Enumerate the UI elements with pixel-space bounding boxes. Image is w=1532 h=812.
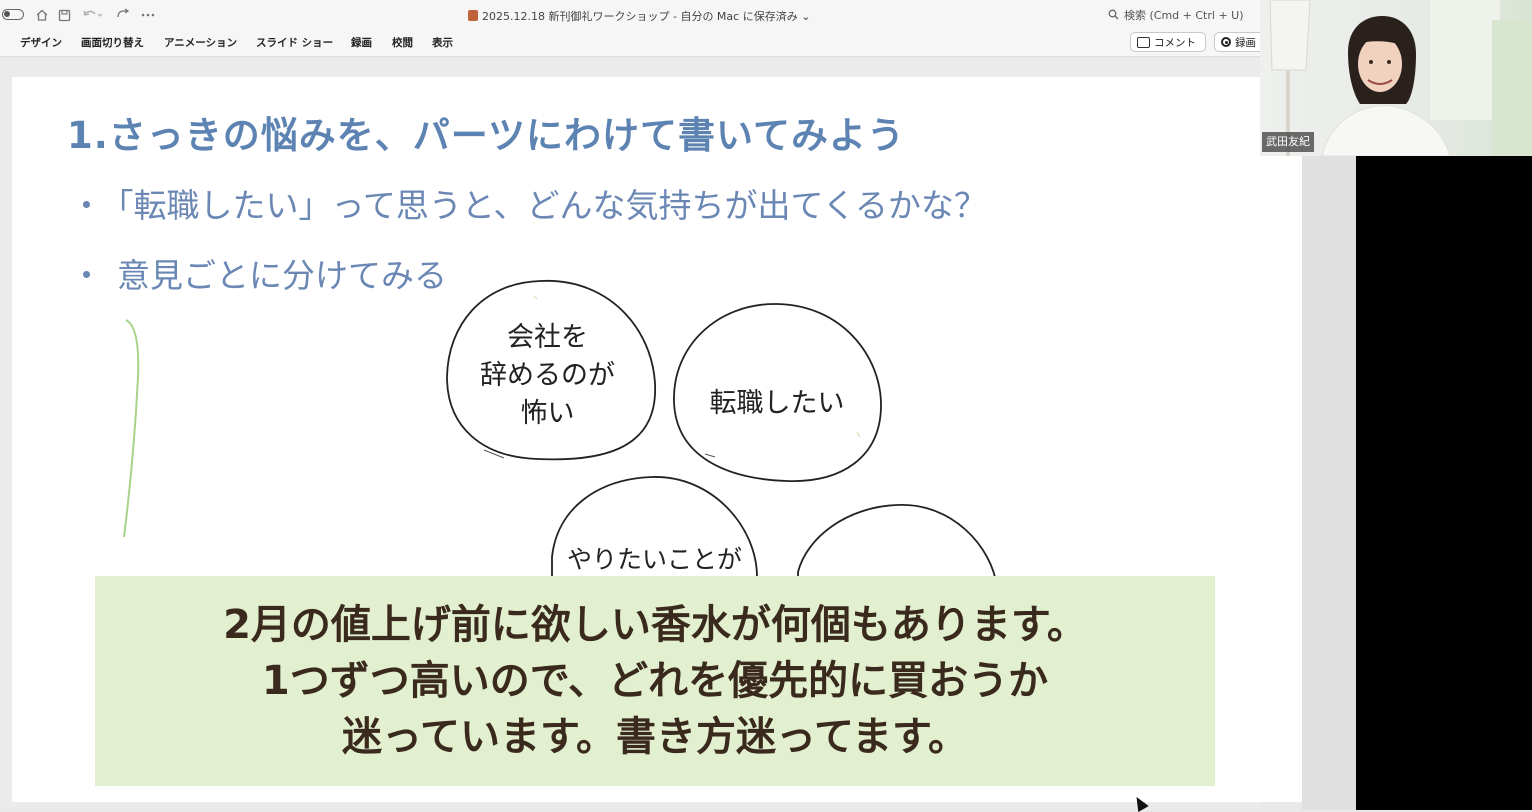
- comment-icon: [1137, 36, 1150, 48]
- sidebar-toggle-icon[interactable]: [2, 9, 24, 20]
- search-input[interactable]: 検索 (Cmd + Ctrl + U): [1108, 7, 1244, 23]
- bubble-text: 会社を 辞めるのが 怖い: [480, 322, 615, 429]
- file-icon: [468, 10, 478, 21]
- pen-mark: [704, 453, 716, 458]
- tab-design[interactable]: デザイン: [20, 35, 62, 50]
- bubble-text: 転職したい: [709, 388, 845, 419]
- tab-transitions[interactable]: 画面切り替え: [81, 35, 144, 50]
- document-title[interactable]: 2025.12.18 新刊御礼ワークショップ - 自分の Mac に保存済み ⌄: [468, 8, 810, 24]
- tab-review[interactable]: 校閲: [392, 35, 413, 50]
- caption-line: 迷っています。書き方迷ってます。: [342, 714, 968, 760]
- title-bar: 2025.12.18 新刊御礼ワークショップ - 自分の Mac に保存済み ⌄…: [0, 0, 1260, 30]
- save-icon[interactable]: [56, 6, 72, 24]
- green-stroke: [123, 319, 140, 538]
- undo-icon[interactable]: [80, 6, 106, 24]
- tab-animations[interactable]: アニメーション: [164, 35, 237, 50]
- more-icon[interactable]: [140, 6, 156, 24]
- video-background: [1356, 156, 1532, 810]
- tab-record[interactable]: 録画: [351, 35, 372, 50]
- tab-slideshow[interactable]: スライド ショー: [256, 35, 333, 50]
- record-icon: [1221, 37, 1231, 47]
- search-icon: [1108, 9, 1119, 20]
- bubble-text: やりたいことが: [566, 545, 742, 574]
- panel-gutter: [1302, 156, 1356, 810]
- comment-button[interactable]: コメント: [1130, 32, 1206, 52]
- ribbon-tabs: デザイン 画面切り替え アニメーション スライド ショー 録画 校閲 表示 コメ…: [0, 30, 1274, 57]
- caption-line: 2月の値上げ前に欲しい香水が何個もあります。: [223, 602, 1087, 648]
- participant-name-tag: 武田友紀: [1262, 132, 1314, 152]
- redo-icon[interactable]: [112, 6, 134, 24]
- home-icon[interactable]: [34, 6, 50, 24]
- caption-box: 2月の値上げ前に欲しい香水が何個もあります。 1つずつ高いので、どれを優先的に買…: [95, 576, 1215, 786]
- tab-view[interactable]: 表示: [432, 35, 453, 50]
- caption-line: 1つずつ高いので、どれを優先的に買おうか: [261, 658, 1049, 704]
